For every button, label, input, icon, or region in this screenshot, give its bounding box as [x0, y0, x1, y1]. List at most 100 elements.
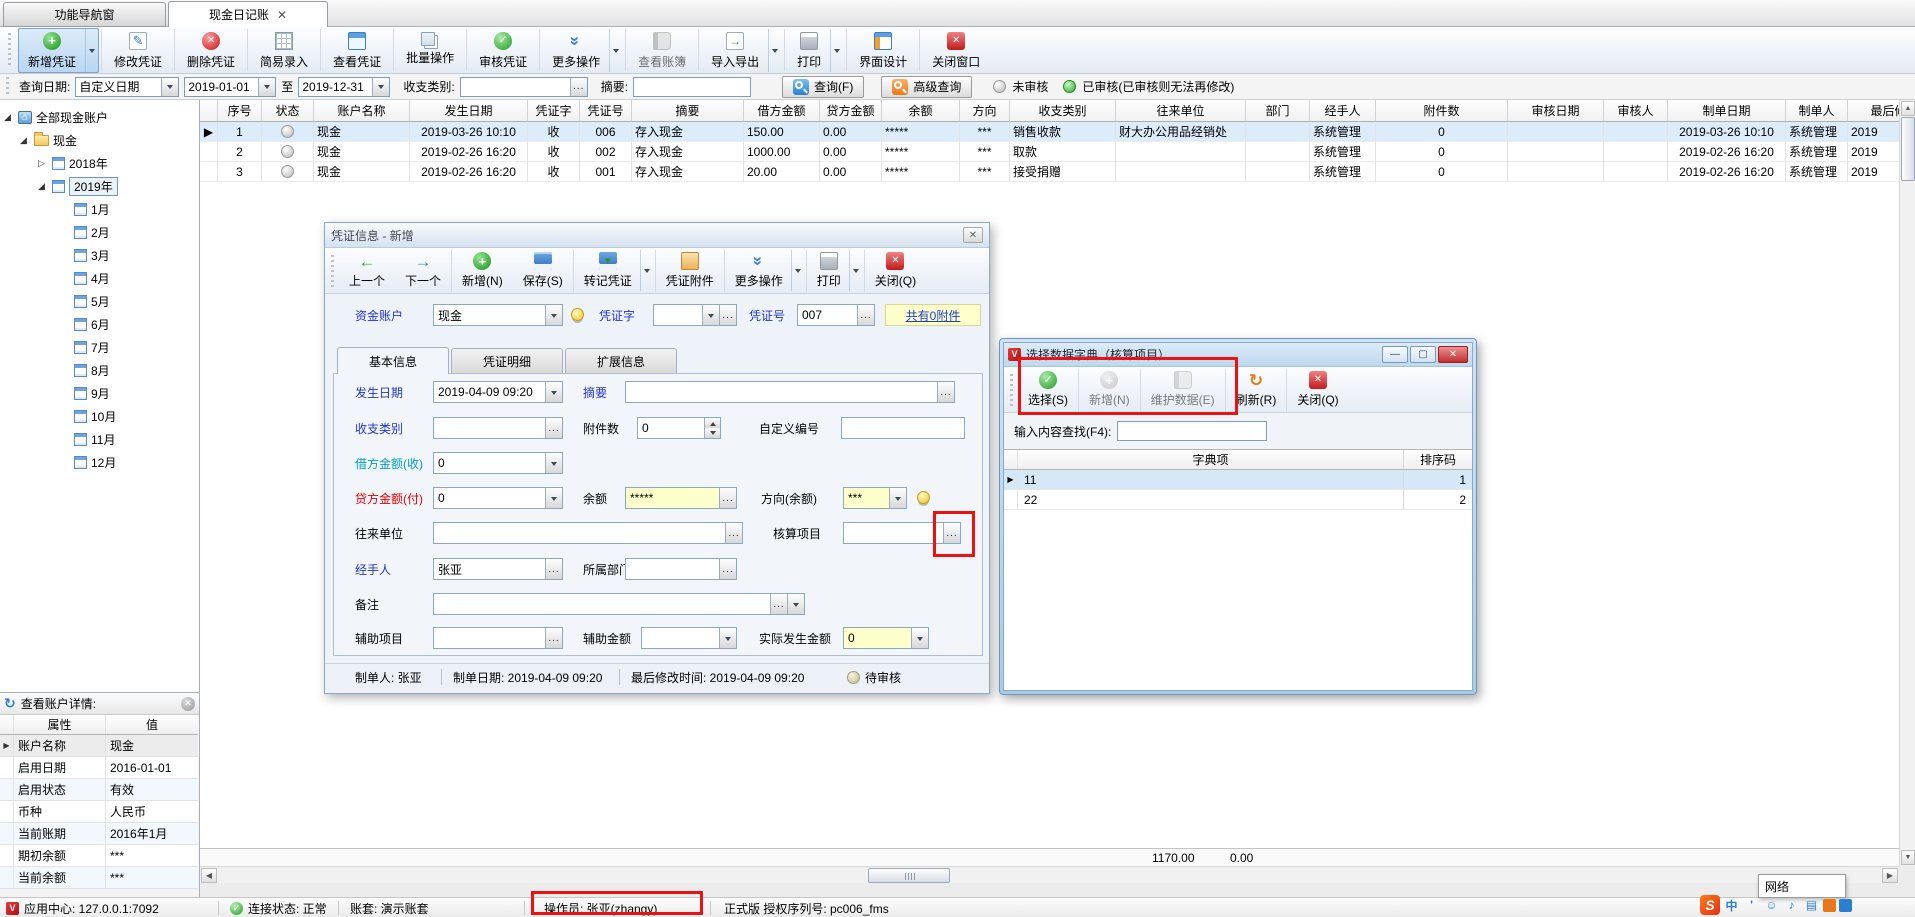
- tree-month-10[interactable]: 10月: [60, 405, 116, 427]
- handler-field[interactable]: 张亚 ...: [433, 558, 563, 580]
- tab-voucher-detail[interactable]: 凭证明细: [451, 348, 563, 374]
- dropdown-icon[interactable]: [545, 382, 562, 402]
- scroll-right-icon[interactable]: ▶: [1882, 868, 1898, 883]
- toolbar-button-print[interactable]: 打印: [787, 28, 844, 73]
- tree-month-4[interactable]: 4月: [60, 267, 110, 289]
- actual-amount-field[interactable]: 0: [843, 627, 929, 649]
- ime-toolbox-icon[interactable]: [1839, 899, 1852, 912]
- dropdown-icon[interactable]: [911, 628, 928, 648]
- vertical-scrollbar[interactable]: ▲ ▼: [1899, 100, 1915, 866]
- tab-basic-info[interactable]: 基本信息: [337, 347, 449, 374]
- column-header-6[interactable]: 凭证号: [580, 100, 632, 122]
- property-row[interactable]: ▶账户名称现金: [0, 735, 198, 757]
- voucher-toolbar-save[interactable]: 保存(S): [515, 250, 571, 291]
- property-row[interactable]: 期初余额***: [0, 845, 198, 867]
- tree-root-all-cash-accounts[interactable]: ◢⌂全部现金账户: [4, 106, 108, 128]
- ellipsis-button[interactable]: ...: [545, 418, 562, 438]
- close-icon[interactable]: ✕: [1438, 346, 1468, 363]
- dropdown-icon[interactable]: [545, 453, 562, 473]
- category-ellipsis-button[interactable]: ...: [570, 78, 587, 96]
- sogou-ime-icon[interactable]: S: [1700, 895, 1720, 915]
- balance-field[interactable]: ***** ...: [625, 487, 737, 509]
- column-header-15[interactable]: 经手人: [1310, 100, 1376, 122]
- ellipsis-button[interactable]: ...: [719, 488, 736, 508]
- tree-expand-icon[interactable]: ▷: [38, 158, 48, 169]
- dialog-close-icon[interactable]: ✕: [963, 227, 983, 243]
- ime-mic-icon[interactable]: ♪: [1783, 896, 1800, 914]
- ellipsis-button[interactable]: ...: [545, 628, 562, 648]
- table-row[interactable]: 2现金2019-02-26 16:20收002存入现金1000.000.00**…: [200, 142, 1899, 162]
- fund-account-select[interactable]: 现金: [433, 304, 563, 326]
- tab-close-icon[interactable]: ✕: [277, 8, 287, 22]
- dropdown-arrow-icon[interactable]: [85, 29, 98, 72]
- tree-expand-icon[interactable]: ◢: [38, 181, 48, 192]
- dropdown-icon[interactable]: [702, 305, 719, 325]
- voucher-toolbar-more[interactable]: »更多操作: [727, 250, 804, 291]
- spinner-buttons[interactable]: [704, 418, 720, 438]
- horizontal-scroll-thumb[interactable]: [868, 868, 950, 883]
- column-header-19[interactable]: 制单日期: [1668, 100, 1786, 122]
- toolbar-button-view-voucher[interactable]: 查看凭证: [323, 28, 391, 73]
- dropdown-icon[interactable]: [719, 628, 736, 648]
- tree-year-2019[interactable]: ◢2019年: [38, 175, 118, 197]
- column-header-2[interactable]: 状态: [262, 100, 314, 122]
- toolbar-button-add-voucher[interactable]: +新增凭证: [18, 28, 99, 73]
- ellipsis-button[interactable]: ...: [770, 594, 787, 614]
- toolbar-button-batch-ops[interactable]: 批量操作: [396, 31, 464, 69]
- custom-no-input[interactable]: [841, 417, 965, 439]
- column-header-8[interactable]: 借方金额: [744, 100, 820, 122]
- panel-close-icon[interactable]: ✕: [181, 697, 195, 711]
- column-header-20[interactable]: 制单人: [1786, 100, 1848, 122]
- tree-month-3[interactable]: 3月: [60, 244, 110, 266]
- dict-row[interactable]: 222: [1004, 490, 1472, 510]
- date-type-dropdown-icon[interactable]: [161, 78, 178, 96]
- ellipsis-button[interactable]: ...: [719, 305, 736, 325]
- dropdown-icon[interactable]: [787, 594, 804, 614]
- tree-year-2018[interactable]: ▷2018年: [38, 152, 108, 174]
- toolbar-button-more-ops[interactable]: »更多操作: [542, 28, 623, 73]
- ime-language-icon[interactable]: 中: [1723, 896, 1740, 914]
- debit-amount-field[interactable]: 0: [433, 452, 563, 474]
- minimize-icon[interactable]: —: [1382, 346, 1408, 363]
- voucher-toolbar-attachment[interactable]: 凭证附件: [658, 250, 722, 291]
- voucher-toolbar-transfer[interactable]: ▾转记凭证: [576, 250, 653, 291]
- toolbar-button-audit-voucher[interactable]: ✓审核凭证: [469, 28, 537, 73]
- advanced-query-button[interactable]: 高级查询: [881, 76, 972, 98]
- query-button[interactable]: 查询(F): [782, 76, 864, 98]
- tree-expand-icon[interactable]: ◢: [20, 135, 30, 146]
- column-header-14[interactable]: 部门: [1246, 100, 1310, 122]
- ime-keyboard-icon[interactable]: ▤: [1803, 896, 1820, 914]
- voucher-no-input[interactable]: 007 ...: [797, 304, 875, 326]
- occur-date-field[interactable]: 2019-04-09 09:20: [433, 381, 563, 403]
- category-input[interactable]: ...: [460, 77, 588, 97]
- dropdown-icon[interactable]: [545, 305, 562, 325]
- property-row[interactable]: 当前账期2016年1月: [0, 823, 198, 845]
- attachment-link[interactable]: 共有0附件: [906, 307, 961, 324]
- vertical-scroll-thumb[interactable]: [1901, 117, 1915, 181]
- property-row[interactable]: 当前余额***: [0, 867, 198, 889]
- ellipsis-button[interactable]: ...: [937, 382, 954, 402]
- voucher-dialog-titlebar[interactable]: 凭证信息 - 新增 ✕: [325, 223, 989, 248]
- toolbar-button-ui-design[interactable]: 界面设计: [849, 28, 917, 73]
- property-row[interactable]: 币种人民币: [0, 801, 198, 823]
- column-header-21[interactable]: 最后修改时间: [1848, 100, 1899, 122]
- aux-item-field[interactable]: ...: [433, 627, 563, 649]
- date-from-input[interactable]: 2019-01-01: [184, 77, 276, 97]
- toolbar-button-delete-voucher[interactable]: ✕删除凭证: [177, 28, 245, 73]
- toolbar-button-edit-voucher[interactable]: ✎修改凭证: [104, 28, 172, 73]
- ime-emoji-icon[interactable]: ☺: [1763, 896, 1780, 914]
- voucher-word-select[interactable]: ...: [653, 304, 737, 326]
- property-row[interactable]: 启用状态有效: [0, 779, 198, 801]
- dict-search-input[interactable]: [1117, 421, 1267, 441]
- credit-amount-field[interactable]: 0: [433, 487, 563, 509]
- voucher-toolbar-next[interactable]: →下一个: [397, 250, 449, 291]
- date-type-select[interactable]: 自定义日期: [75, 77, 179, 97]
- tab-function-nav[interactable]: 功能导航窗: [3, 2, 166, 27]
- voucher-toolbar-close[interactable]: ✕关闭(Q): [867, 250, 924, 291]
- summary-input[interactable]: [633, 77, 751, 97]
- dropdown-arrow-icon[interactable]: [849, 250, 862, 291]
- column-header-10[interactable]: 余额: [882, 100, 960, 122]
- date-to-dropdown-icon[interactable]: [372, 78, 389, 96]
- aux-amount-field[interactable]: [641, 627, 737, 649]
- attach-count-stepper[interactable]: 0: [637, 417, 721, 439]
